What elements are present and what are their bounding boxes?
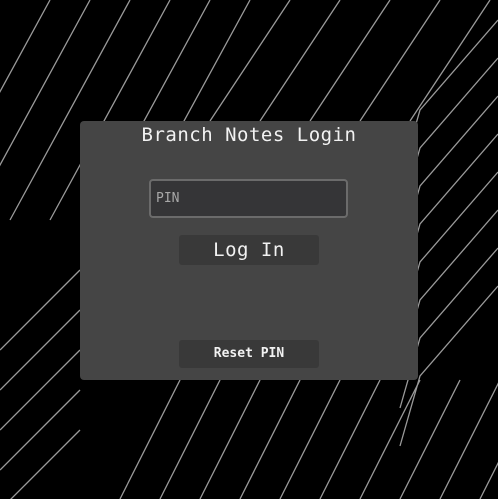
login-button[interactable]: Log In xyxy=(179,235,319,265)
background-line xyxy=(209,0,291,122)
background-line xyxy=(359,0,441,122)
background-line xyxy=(0,0,91,167)
pin-input[interactable] xyxy=(149,179,348,218)
background-line xyxy=(309,0,391,122)
background-line xyxy=(0,389,81,471)
background-line xyxy=(279,379,341,499)
background-line xyxy=(359,379,421,499)
background-line xyxy=(0,349,81,431)
background-line xyxy=(239,379,301,499)
background-line xyxy=(0,0,51,94)
background-line xyxy=(119,379,181,499)
background-line xyxy=(399,379,461,499)
background-line xyxy=(0,309,81,391)
background-line xyxy=(0,269,81,351)
login-screen: Branch Notes Login Log In Reset PIN xyxy=(0,0,498,499)
background-line xyxy=(159,379,221,499)
background-line xyxy=(199,379,261,499)
background-line xyxy=(10,429,81,499)
background-line xyxy=(409,0,491,122)
reset-pin-button[interactable]: Reset PIN xyxy=(179,340,319,368)
background-line xyxy=(259,0,341,122)
dialog-title: Branch Notes Login xyxy=(141,124,357,146)
background-line xyxy=(479,461,498,499)
login-dialog: Branch Notes Login Log In Reset PIN xyxy=(80,121,418,380)
background-line xyxy=(319,379,381,499)
